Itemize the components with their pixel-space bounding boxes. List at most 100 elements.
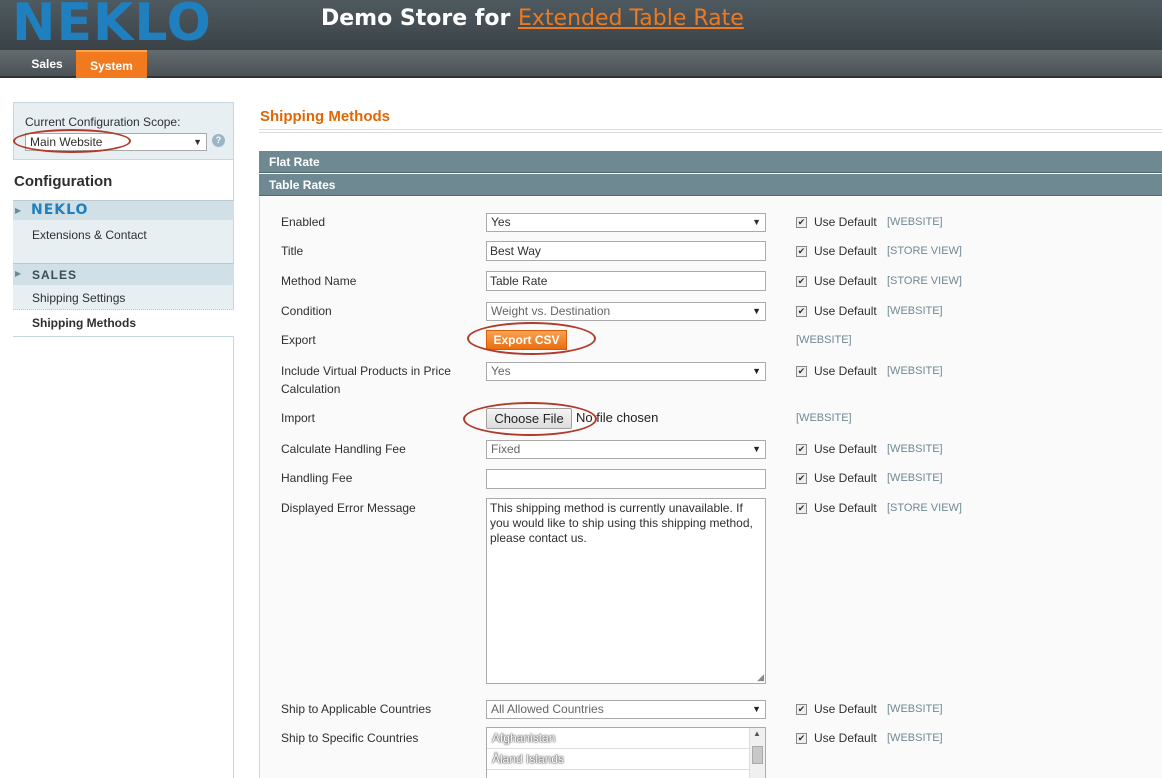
use-default-label: Use Default (814, 731, 877, 745)
header-bar: NEKLO Demo Store for Extended Table Rate (0, 0, 1162, 50)
use-default-label: Use Default (814, 471, 877, 485)
sidebar-item-extensions-contact[interactable]: Extensions & Contact (13, 220, 234, 263)
applicable-countries-value: All Allowed Countries (491, 702, 604, 716)
highlight-oval (13, 129, 131, 153)
config-heading-box: Configuration (13, 160, 234, 200)
scope-tag: [WEBSITE] (887, 365, 943, 377)
checkmark-icon[interactable]: ✔ (796, 306, 807, 318)
checkmark-icon[interactable]: ✔ (796, 366, 807, 378)
chevron-down-icon: ▼ (193, 137, 202, 147)
list-item[interactable]: Åland Islands (487, 749, 749, 770)
use-default-condition[interactable]: ✔ Use Default (796, 303, 877, 319)
sidebar-group-sales[interactable]: ▶ SALES (13, 263, 234, 285)
highlight-oval (463, 402, 597, 436)
sidebar-item-shipping-settings[interactable]: Shipping Settings (13, 285, 234, 310)
handling-fee-label: Handling Fee (281, 471, 353, 485)
section-flat-rate[interactable]: Flat Rate (259, 151, 1162, 173)
nav-tab-system[interactable]: System (76, 50, 147, 78)
sidebar-item-label: Extensions & Contact (32, 228, 147, 242)
config-sidebar: Current Configuration Scope: Main Websit… (13, 102, 234, 778)
use-default-error-message[interactable]: ✔ Use Default (796, 500, 877, 516)
section-table-rates[interactable]: Table Rates (259, 174, 1162, 196)
use-default-label: Use Default (814, 244, 877, 258)
scrollbar-thumb[interactable] (752, 746, 763, 764)
list-item[interactable]: Afghanistan (487, 728, 749, 749)
sidebar-group-label: NEKLO (31, 202, 89, 218)
title-label: Title (281, 244, 304, 258)
sidebar-border (232, 337, 234, 778)
use-default-method-name[interactable]: ✔ Use Default (796, 273, 877, 289)
page-title: Shipping Methods (260, 108, 390, 125)
scope-tag: [WEBSITE] (887, 703, 943, 715)
scope-tag: [WEBSITE] (887, 216, 943, 228)
condition-value: Weight vs. Destination (491, 304, 611, 318)
checkmark-icon[interactable]: ✔ (796, 444, 807, 456)
scope-tag: [WEBSITE] (887, 472, 943, 484)
specific-countries-label: Ship to Specific Countries (281, 731, 419, 745)
method-name-label: Method Name (281, 274, 357, 288)
use-default-label: Use Default (814, 274, 877, 288)
scope-tag: [WEBSITE] (887, 732, 943, 744)
triangle-right-icon: ▶ (15, 206, 22, 215)
use-default-enabled[interactable]: ✔ Use Default (796, 214, 877, 230)
checkmark-icon[interactable]: ✔ (796, 503, 807, 515)
divider (259, 129, 1162, 133)
include-virtual-label-line2: Calculation (281, 382, 341, 396)
scope-tag: [STORE VIEW] (887, 245, 962, 257)
chevron-up-icon[interactable]: ▲ (753, 729, 761, 738)
scope-tag: [WEBSITE] (887, 443, 943, 455)
checkmark-icon[interactable]: ✔ (796, 473, 807, 485)
include-virtual-select[interactable]: Yes ▼ (486, 362, 766, 381)
checkmark-icon[interactable]: ✔ (796, 276, 807, 288)
use-default-label: Use Default (814, 304, 877, 318)
enabled-select[interactable]: Yes ▼ (486, 213, 766, 232)
checkmark-icon[interactable]: ✔ (796, 246, 807, 258)
sidebar-item-label: Shipping Methods (32, 316, 136, 330)
specific-countries-multiselect[interactable]: Afghanistan Åland Islands ▲ (486, 727, 766, 778)
scrollbar[interactable]: ▲ (749, 728, 765, 778)
sidebar-group-neklo[interactable]: ▶ NEKLO (13, 200, 234, 220)
error-message-textarea[interactable]: This shipping method is currently unavai… (486, 498, 766, 684)
scope-switcher: Current Configuration Scope: Main Websit… (13, 102, 234, 160)
highlight-oval (467, 322, 596, 355)
triangle-right-icon: ▶ (15, 269, 22, 278)
use-default-label: Use Default (814, 501, 877, 515)
use-default-handling-fee[interactable]: ✔ Use Default (796, 470, 877, 486)
neklo-logo[interactable]: NEKLO (12, 0, 212, 50)
error-message-label: Displayed Error Message (281, 501, 416, 515)
use-default-label: Use Default (814, 442, 877, 456)
condition-label: Condition (281, 304, 332, 318)
export-label: Export (281, 333, 316, 347)
use-default-include-virtual[interactable]: ✔ Use Default (796, 363, 877, 379)
nav-tab-sales[interactable]: Sales (19, 50, 75, 78)
help-icon[interactable]: ? (212, 134, 225, 147)
use-default-handling-type[interactable]: ✔ Use Default (796, 441, 877, 457)
use-default-label: Use Default (814, 215, 877, 229)
title-input[interactable]: Best Way (486, 241, 766, 261)
checkmark-icon[interactable]: ✔ (796, 733, 807, 745)
scope-tag: [WEBSITE] (796, 334, 852, 346)
scope-tag: [STORE VIEW] (887, 502, 962, 514)
config-title: Configuration (14, 173, 113, 190)
use-default-applicable-countries[interactable]: ✔ Use Default (796, 701, 877, 717)
checkmark-icon[interactable]: ✔ (796, 704, 807, 716)
chevron-down-icon: ▼ (752, 704, 761, 714)
include-virtual-value: Yes (491, 364, 511, 378)
checkmark-icon[interactable]: ✔ (796, 217, 807, 229)
sidebar-group-label: SALES (32, 268, 78, 282)
main-content: Shipping Methods Flat Rate Table Rates E… (259, 102, 1162, 778)
use-default-title[interactable]: ✔ Use Default (796, 243, 877, 259)
condition-select[interactable]: Weight vs. Destination ▼ (486, 302, 766, 321)
store-link[interactable]: Extended Table Rate (518, 6, 744, 31)
scope-tag: [WEBSITE] (887, 305, 943, 317)
sidebar-item-shipping-methods[interactable]: Shipping Methods (13, 310, 234, 337)
handling-fee-input[interactable] (486, 469, 766, 489)
handling-type-select[interactable]: Fixed ▼ (486, 440, 766, 459)
resize-handle-icon[interactable]: ◢ (757, 673, 764, 682)
applicable-countries-label: Ship to Applicable Countries (281, 702, 432, 716)
use-default-specific-countries[interactable]: ✔ Use Default (796, 730, 877, 746)
handling-type-label: Calculate Handling Fee (281, 442, 406, 456)
applicable-countries-select[interactable]: All Allowed Countries ▼ (486, 700, 766, 719)
method-name-input[interactable]: Table Rate (486, 271, 766, 291)
use-default-label: Use Default (814, 702, 877, 716)
